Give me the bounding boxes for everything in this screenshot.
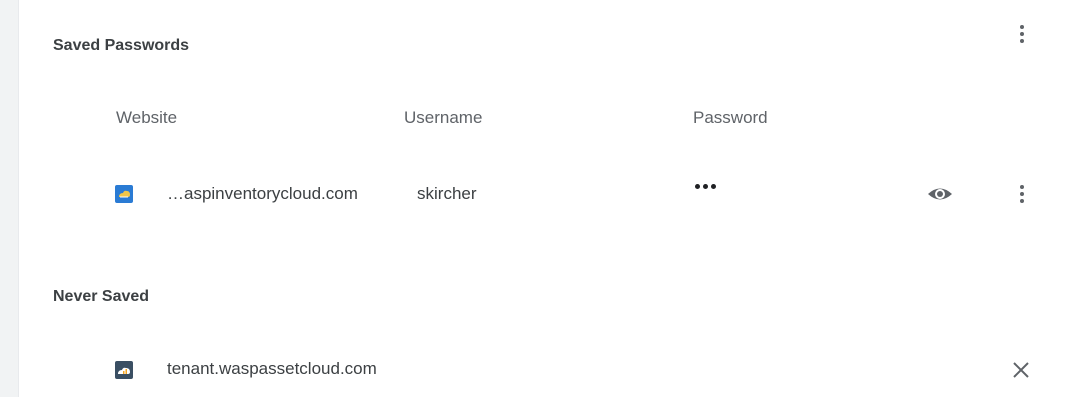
column-header-website: Website	[116, 108, 178, 127]
password-dot	[695, 184, 700, 189]
password-dot	[711, 184, 716, 189]
show-password-button[interactable]	[925, 181, 955, 207]
saved-row-menu-button[interactable]	[1010, 180, 1034, 208]
more-vert-icon-dot	[1020, 25, 1024, 29]
more-vert-icon-dot	[1020, 32, 1024, 36]
saved-passwords-title: Saved Passwords	[53, 37, 190, 54]
eye-icon	[928, 188, 952, 200]
cloud-asset-favicon-icon	[115, 361, 133, 379]
saved-site-url[interactable]: …aspinventorycloud.com	[167, 184, 358, 204]
column-header-username: Username	[404, 108, 483, 127]
never-saved-title: Never Saved	[53, 288, 150, 305]
saved-passwords-menu-button[interactable]	[1010, 20, 1034, 48]
more-vert-icon-dot	[1020, 199, 1024, 203]
more-vert-icon-dot	[1020, 192, 1024, 196]
saved-username: skircher	[417, 184, 477, 203]
never-saved-site-url[interactable]: tenant.waspassetcloud.com	[167, 359, 377, 379]
close-icon	[1013, 362, 1029, 378]
passwords-card: Saved Passwords Website Username Passwor…	[18, 0, 1084, 397]
remove-never-saved-button[interactable]	[1009, 358, 1033, 382]
saved-password-masked	[695, 184, 716, 189]
more-vert-icon-dot	[1020, 39, 1024, 43]
more-vert-icon-dot	[1020, 185, 1024, 189]
password-dot	[703, 184, 708, 189]
cloud-inventory-favicon-icon	[115, 185, 133, 203]
column-header-password: Password	[693, 108, 768, 127]
